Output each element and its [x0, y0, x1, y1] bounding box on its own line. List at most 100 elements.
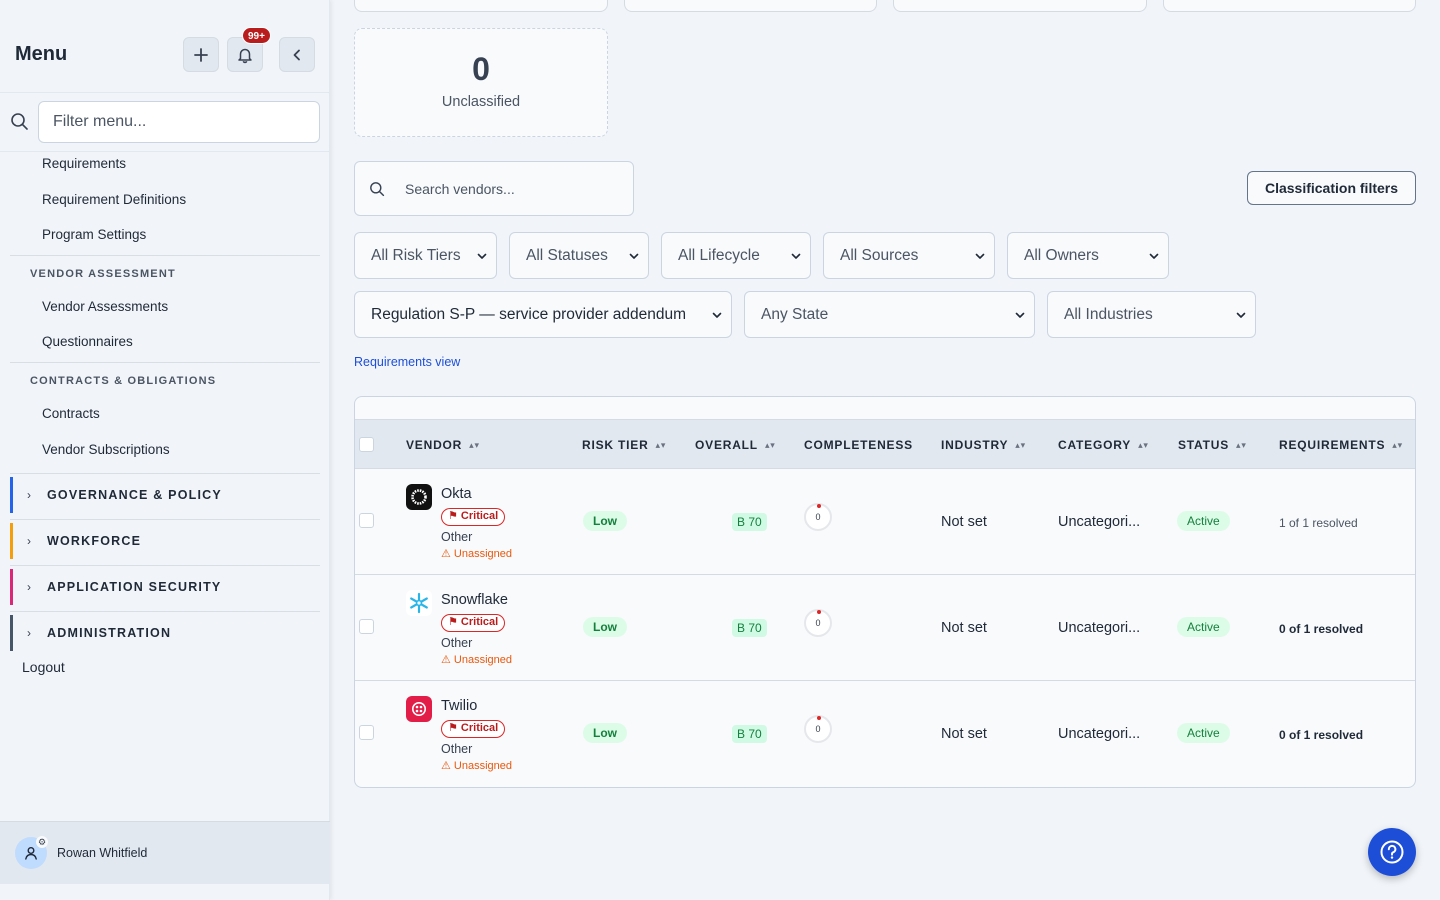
state-select[interactable]: Any State: [744, 291, 1035, 338]
sort-icon: ▴▾: [655, 439, 667, 450]
add-button[interactable]: [183, 37, 219, 72]
column-header-overall[interactable]: OVERALL ▴▾: [695, 438, 776, 452]
industry-cell: Not set: [941, 514, 987, 530]
requirements-cell[interactable]: 1 of 1 resolved: [1279, 516, 1358, 530]
search-vendors-input[interactable]: [405, 178, 625, 200]
chevron-down-icon: [791, 253, 801, 259]
header-label: OVERALL: [695, 438, 758, 452]
risk-tier-badge: Low: [583, 511, 627, 531]
sidebar-header: Menu 99+: [0, 0, 330, 93]
criticality-badge: ⚑ Critical: [441, 614, 506, 632]
vendor-name[interactable]: Snowflake: [441, 592, 508, 608]
owner-status[interactable]: ⚠ Unassigned: [441, 759, 512, 772]
summary-card[interactable]: [624, 0, 877, 12]
table-row[interactable]: Okta ⚑ Critical Other ⚠ Unassigned Low B…: [355, 469, 1415, 575]
status-select[interactable]: All Statuses: [509, 232, 649, 279]
owners-select[interactable]: All Owners: [1007, 232, 1169, 279]
user-icon: [25, 847, 37, 860]
sources-select[interactable]: All Sources: [823, 232, 995, 279]
header-label: CATEGORY: [1058, 438, 1132, 452]
sidebar-item-program-settings[interactable]: Program Settings: [42, 227, 146, 242]
requirements-cell[interactable]: 0 of 1 resolved: [1279, 728, 1363, 742]
vendor-name[interactable]: Twilio: [441, 698, 477, 714]
plus-icon: [194, 47, 208, 62]
divider: [10, 362, 320, 363]
header-label: REQUIREMENTS: [1279, 438, 1386, 452]
requirements-cell[interactable]: 0 of 1 resolved: [1279, 622, 1363, 636]
risk-tier-select[interactable]: All Risk Tiers: [354, 232, 497, 279]
unclassified-card[interactable]: 0 Unclassified: [354, 28, 608, 137]
lifecycle-select[interactable]: All Lifecycle: [661, 232, 811, 279]
twilio-logo-icon: [406, 696, 432, 722]
row-checkbox[interactable]: [359, 513, 374, 528]
gauge-indicator: [817, 504, 821, 508]
group-label: WORKFORCE: [47, 534, 142, 548]
collapse-sidebar-button[interactable]: [279, 37, 315, 72]
sidebar-item-requirements[interactable]: Requirements: [42, 156, 126, 171]
header-label: STATUS: [1178, 438, 1230, 452]
requirements-view-link[interactable]: Requirements view: [354, 355, 460, 369]
criticality-label: Critical: [460, 722, 499, 734]
column-header-industry[interactable]: INDUSTRY ▴▾: [941, 438, 1026, 452]
filter-menu-input[interactable]: [38, 101, 320, 143]
bell-icon: [238, 48, 252, 63]
column-header-status[interactable]: STATUS ▴▾: [1178, 438, 1247, 452]
sidebar-item-requirement-definitions[interactable]: Requirement Definitions: [42, 192, 186, 207]
sidebar-item-vendor-assessments[interactable]: Vendor Assessments: [42, 299, 168, 314]
sidebar-group-application-security[interactable]: › APPLICATION SECURITY: [10, 569, 320, 605]
logout-link[interactable]: Logout: [22, 659, 65, 675]
chevron-down-icon: [712, 312, 722, 318]
header-label: COMPLETENESS: [804, 438, 913, 452]
criticality-badge: ⚑ Critical: [441, 720, 506, 738]
okta-logo-icon: [406, 484, 432, 510]
summary-card[interactable]: [893, 0, 1147, 12]
select-value: All Statuses: [526, 246, 608, 264]
table-header: VENDOR ▴▾ RISK TIER ▴▾ OVERALL ▴▾ COMPLETEN…: [355, 419, 1415, 469]
sidebar-group-administration[interactable]: › ADMINISTRATION: [10, 615, 320, 651]
help-button[interactable]: [1368, 828, 1416, 876]
column-header-requirements[interactable]: REQUIREMENTS ▴▾: [1279, 438, 1403, 452]
risk-tier-badge: Low: [583, 617, 627, 637]
sidebar-item-vendor-subscriptions[interactable]: Vendor Subscriptions: [42, 442, 170, 457]
menu-filter: [0, 93, 330, 152]
industry-cell: Not set: [941, 620, 987, 636]
industries-select[interactable]: All Industries: [1047, 291, 1256, 338]
select-value: All Lifecycle: [678, 246, 760, 264]
sidebar-group-governance-policy[interactable]: › GOVERNANCE & POLICY: [10, 477, 320, 513]
regulation-select[interactable]: Regulation S-P — service provider addend…: [354, 291, 732, 338]
sidebar-item-contracts[interactable]: Contracts: [42, 406, 100, 421]
sort-icon: ▴▾: [1236, 439, 1247, 450]
user-profile-bar[interactable]: ⚙ Rowan Whitfield: [0, 821, 330, 884]
header-label: VENDOR: [406, 438, 463, 452]
chevron-right-icon: ›: [27, 626, 31, 640]
select-value: All Sources: [840, 246, 919, 264]
select-all-checkbox[interactable]: [359, 437, 374, 452]
row-checkbox[interactable]: [359, 725, 374, 740]
criticality-label: Critical: [460, 616, 499, 628]
sort-icon: ▴▾: [1392, 439, 1403, 450]
sidebar-item-questionnaires[interactable]: Questionnaires: [42, 334, 133, 349]
table-row[interactable]: Snowflake ⚑ Critical Other ⚠ Unassigned …: [355, 575, 1415, 681]
column-header-category[interactable]: CATEGORY ▴▾: [1058, 438, 1149, 452]
select-value: Any State: [761, 305, 829, 323]
column-header-vendor[interactable]: VENDOR ▴▾: [406, 438, 480, 452]
vendor-category-tag: Other: [441, 530, 473, 544]
owner-status[interactable]: ⚠ Unassigned: [441, 653, 512, 666]
group-label: ADMINISTRATION: [47, 626, 172, 640]
gauge-indicator: [817, 610, 821, 614]
row-checkbox[interactable]: [359, 619, 374, 634]
overall-score-badge: B 70: [732, 513, 767, 531]
summary-card[interactable]: [1163, 0, 1416, 12]
column-header-risk-tier[interactable]: RISK TIER ▴▾: [582, 438, 666, 452]
summary-card[interactable]: [354, 0, 608, 12]
owner-status[interactable]: ⚠ Unassigned: [441, 547, 512, 560]
column-header-completeness[interactable]: COMPLETENESS: [804, 438, 913, 452]
table-row[interactable]: Twilio ⚑ Critical Other ⚠ Unassigned Low…: [355, 681, 1415, 787]
chevron-right-icon: ›: [27, 534, 31, 548]
sidebar-group-workforce[interactable]: › WORKFORCE: [10, 523, 320, 559]
help-icon: [1380, 840, 1404, 864]
sort-icon: ▴▾: [1138, 439, 1149, 450]
classification-filters-button[interactable]: Classification filters: [1247, 171, 1416, 205]
vendor-category-tag: Other: [441, 742, 473, 756]
vendor-name[interactable]: Okta: [441, 486, 472, 502]
